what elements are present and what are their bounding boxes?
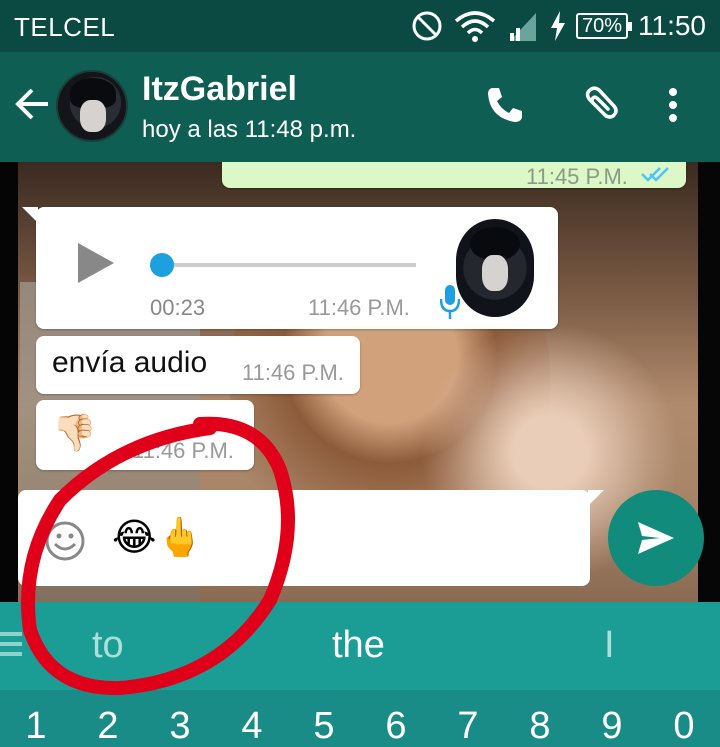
paperclip-icon[interactable] bbox=[576, 82, 622, 128]
do-not-disturb-icon bbox=[412, 11, 442, 41]
chat-header: ItzGabriel hoy a las 11:48 p.m. bbox=[0, 52, 720, 162]
key-1[interactable]: 1 bbox=[0, 690, 72, 747]
carrier-label: TELCEL bbox=[14, 12, 116, 42]
phone-icon[interactable] bbox=[482, 82, 528, 128]
key-2[interactable]: 2 bbox=[72, 690, 144, 747]
more-vert-icon[interactable] bbox=[650, 82, 696, 128]
key-0[interactable]: 0 bbox=[648, 690, 720, 747]
emoji-picker-icon[interactable] bbox=[44, 520, 86, 562]
message-time: 11:46 P.M. bbox=[242, 360, 344, 385]
status-clock: 11:50 bbox=[638, 10, 706, 41]
play-icon[interactable] bbox=[78, 243, 114, 283]
audio-progress-track[interactable] bbox=[160, 263, 416, 267]
suggestion-right[interactable]: I bbox=[604, 624, 615, 667]
incoming-message-bubble[interactable]: envía audio 11:46 P.M. bbox=[36, 336, 360, 394]
contact-avatar[interactable] bbox=[56, 70, 128, 142]
key-9[interactable]: 9 bbox=[576, 690, 648, 747]
key-3[interactable]: 3 bbox=[144, 690, 216, 747]
last-seen-status: hoy a las 11:48 p.m. bbox=[142, 116, 357, 143]
signal-icon bbox=[509, 13, 536, 41]
status-bar: TELCEL 70% 11:50 bbox=[0, 0, 720, 52]
key-5[interactable]: 5 bbox=[288, 690, 360, 747]
key-7[interactable]: 7 bbox=[432, 690, 504, 747]
charging-icon bbox=[550, 11, 565, 41]
message-text: envía audio bbox=[52, 346, 208, 379]
back-arrow-icon[interactable] bbox=[12, 84, 52, 124]
thumbs-down-emoji: 👎🏻 bbox=[52, 412, 97, 453]
message-time: 11:46 P.M. bbox=[308, 295, 410, 320]
suggestion-left[interactable]: to bbox=[92, 624, 124, 667]
contact-name[interactable]: ItzGabriel bbox=[142, 70, 297, 109]
message-time: 11:45 P.M. bbox=[526, 164, 628, 189]
key-4[interactable]: 4 bbox=[216, 690, 288, 747]
message-time: 11:46 P.M. bbox=[132, 438, 234, 463]
keyboard-menu-icon[interactable] bbox=[0, 632, 22, 660]
send-icon bbox=[638, 522, 674, 554]
wifi-icon bbox=[454, 11, 496, 42]
message-input-text[interactable]: 😂🖕 bbox=[112, 516, 204, 560]
incoming-message-bubble[interactable]: 👎🏻 11:46 P.M. bbox=[36, 400, 254, 470]
key-8[interactable]: 8 bbox=[504, 690, 576, 747]
audio-message-bubble[interactable]: 00:23 11:46 P.M. bbox=[22, 207, 558, 329]
outgoing-message-bubble[interactable]: 11:45 P.M. bbox=[222, 162, 686, 189]
send-button[interactable] bbox=[608, 490, 704, 586]
audio-duration: 00:23 bbox=[150, 295, 206, 320]
keyboard-number-row: 1 2 3 4 5 6 7 8 9 0 bbox=[0, 690, 720, 747]
mic-icon bbox=[440, 285, 460, 319]
sender-avatar bbox=[456, 219, 534, 317]
audio-progress-thumb[interactable] bbox=[150, 253, 174, 277]
wallpaper-edge bbox=[0, 162, 18, 602]
message-input[interactable]: 😂🖕 bbox=[18, 490, 604, 586]
keyboard-suggestion-bar: to the I bbox=[0, 602, 720, 690]
suggestion-center[interactable]: the bbox=[332, 624, 385, 667]
battery-level: 70% bbox=[575, 13, 633, 39]
key-6[interactable]: 6 bbox=[360, 690, 432, 747]
read-receipt-icon bbox=[641, 167, 669, 182]
status-icons: 70% 11:50 bbox=[410, 8, 706, 44]
